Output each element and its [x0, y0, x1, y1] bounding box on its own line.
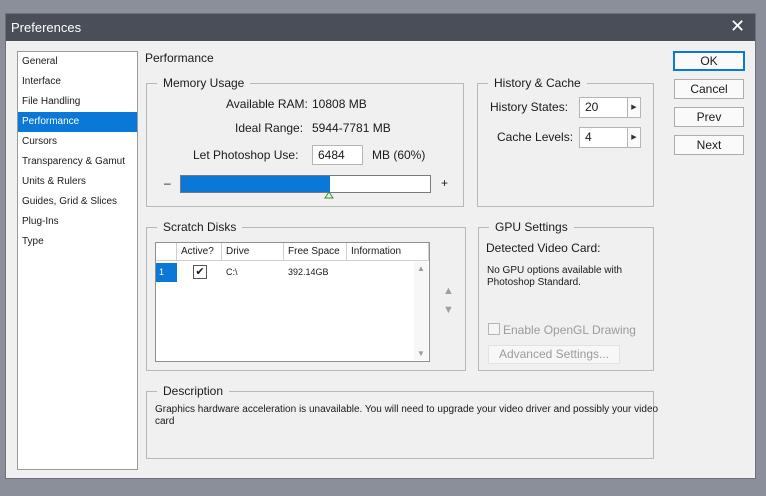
ideal-range-value: 5944-7781 MB: [312, 121, 391, 135]
slider-plus: +: [441, 176, 449, 190]
history-states-input[interactable]: 20 ▶: [579, 97, 641, 118]
column-header-information[interactable]: Information: [347, 243, 429, 261]
description-text: Graphics hardware acceleration is unavai…: [155, 404, 659, 427]
title-bar[interactable]: Preferences ✕: [6, 14, 755, 41]
column-header-drive[interactable]: Drive: [222, 243, 284, 261]
sidebar-item-type[interactable]: Type: [18, 232, 137, 252]
check-icon: ✔: [195, 266, 205, 278]
table-scrollbar[interactable]: ▲ ▼: [414, 262, 428, 360]
preferences-dialog: Preferences ✕ General Interface File Han…: [6, 14, 755, 478]
scratch-disk-table: Active? Drive Free Space Information 1 ✔…: [155, 242, 430, 362]
cache-levels-value: 4: [585, 130, 592, 144]
sidebar-item-plug-ins[interactable]: Plug-Ins: [18, 212, 137, 232]
scroll-down-icon[interactable]: ▼: [414, 349, 428, 358]
column-header-active[interactable]: Active?: [177, 243, 222, 261]
sidebar-item-general[interactable]: General: [18, 52, 137, 72]
cache-levels-label: Cache Levels:: [497, 130, 574, 144]
sidebar-item-transparency-gamut[interactable]: Transparency & Gamut: [18, 152, 137, 172]
sidebar-item-file-handling[interactable]: File Handling: [18, 92, 137, 112]
ok-button[interactable]: OK: [673, 51, 745, 71]
scroll-up-icon[interactable]: ▲: [414, 264, 428, 273]
history-states-label: History States:: [490, 100, 569, 114]
panel-title: Performance: [145, 51, 214, 65]
available-ram-label: Available RAM:: [226, 97, 308, 111]
scratch-disks-legend: Scratch Disks: [157, 220, 243, 235]
memory-usage-legend: Memory Usage: [157, 76, 251, 91]
sidebar-item-guides-grid-slices[interactable]: Guides, Grid & Slices: [18, 192, 137, 212]
description-legend: Description: [157, 384, 230, 399]
available-ram-value: 10808 MB: [312, 97, 367, 111]
cache-levels-input[interactable]: 4 ▶: [579, 127, 641, 148]
history-states-value: 20: [585, 100, 599, 114]
advanced-settings-button[interactable]: Advanced Settings...: [488, 345, 620, 364]
let-photoshop-use-label: Let Photoshop Use:: [193, 148, 299, 162]
index-column-header: [156, 243, 177, 261]
memory-slider-fill: [181, 176, 331, 192]
sidebar-item-units-rulers[interactable]: Units & Rulers: [18, 172, 137, 192]
move-down-icon[interactable]: ▼: [443, 304, 454, 316]
slider-thumb-icon[interactable]: [324, 191, 335, 199]
free-space-cell: 392.14GB: [288, 267, 329, 277]
column-header-free-space[interactable]: Free Space: [284, 243, 347, 261]
slider-minus: –: [164, 176, 171, 190]
close-icon[interactable]: ✕: [730, 16, 745, 36]
opengl-checkbox[interactable]: [488, 323, 500, 335]
row-index: 1: [156, 263, 177, 282]
drive-cell: C:\: [226, 267, 238, 277]
cancel-button[interactable]: Cancel: [674, 79, 744, 99]
sidebar-item-performance[interactable]: Performance: [18, 112, 137, 132]
category-list: General Interface File Handling Performa…: [17, 51, 138, 470]
gpu-settings-legend: GPU Settings: [489, 220, 574, 235]
prev-button[interactable]: Prev: [674, 107, 744, 127]
gpu-message: No GPU options available with Photoshop …: [487, 265, 623, 288]
chevron-right-icon[interactable]: ▶: [627, 98, 640, 117]
chevron-right-icon[interactable]: ▶: [627, 128, 640, 147]
next-button[interactable]: Next: [674, 135, 744, 155]
active-checkbox[interactable]: ✔: [193, 265, 207, 279]
memory-slider[interactable]: [180, 175, 431, 193]
memory-unit-label: MB (60%): [372, 148, 426, 162]
move-up-icon[interactable]: ▲: [443, 285, 454, 297]
table-row[interactable]: 1 ✔ C:\ 392.14GB: [156, 263, 414, 282]
opengl-label: Enable OpenGL Drawing: [503, 323, 636, 337]
sidebar-item-cursors[interactable]: Cursors: [18, 132, 137, 152]
sidebar-item-interface[interactable]: Interface: [18, 72, 137, 92]
memory-amount-input[interactable]: 6484: [312, 145, 363, 165]
detected-video-card-label: Detected Video Card:: [486, 241, 601, 255]
window-title: Preferences: [11, 20, 82, 35]
ideal-range-label: Ideal Range:: [235, 121, 304, 135]
history-cache-legend: History & Cache: [488, 76, 587, 91]
